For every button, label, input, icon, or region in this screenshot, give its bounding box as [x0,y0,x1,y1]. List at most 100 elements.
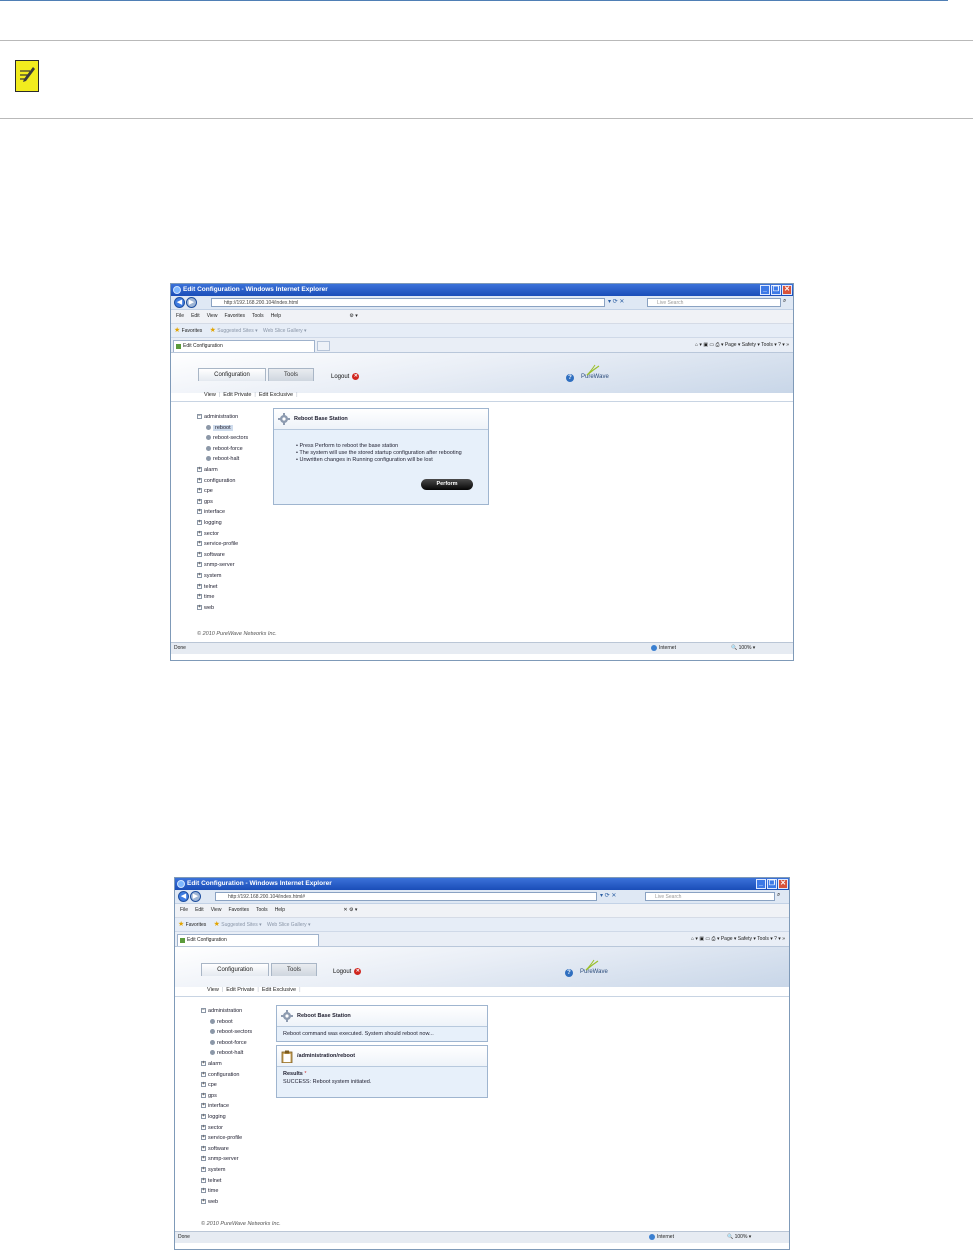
nav-view[interactable]: View [207,987,219,993]
tree-node-configuration[interactable]: + configuration [197,476,248,487]
addon-icon[interactable]: ✕ ⚙ ▾ [343,907,357,913]
menu-help[interactable]: Help [271,313,281,319]
new-tab-button[interactable] [317,341,330,351]
tree-node-sector[interactable]: + sector [201,1123,252,1134]
tree-node-software[interactable]: + software [197,550,248,561]
expand-icon[interactable]: + [201,1061,206,1067]
menu-edit[interactable]: Edit [191,313,200,319]
tree-node-service-profile[interactable]: + service-profile [201,1133,252,1144]
menu-edit[interactable]: Edit [195,907,204,913]
nav-edit-private[interactable]: Edit Private [223,392,251,398]
menu-file[interactable]: File [176,313,184,319]
tree-node-system[interactable]: + system [201,1165,252,1176]
tree-node-reboot-force[interactable]: reboot-force [201,1038,252,1049]
expand-icon[interactable]: + [201,1092,206,1098]
menu-favorites[interactable]: Favorites [228,907,249,913]
add-favorite-icon[interactable]: ★ [214,921,220,928]
menu-file[interactable]: File [180,907,188,913]
tree-node-logging[interactable]: + logging [201,1112,252,1123]
collapse-icon[interactable]: − [197,414,202,420]
logout-link[interactable]: Logout ✕ [333,968,362,975]
collapse-icon[interactable]: − [201,1008,206,1014]
logout-link[interactable]: Logout ✕ [331,373,360,380]
help-icon[interactable]: ? [566,374,574,382]
tree-node-telnet[interactable]: + telnet [201,1176,252,1187]
tree-node-reboot-halt[interactable]: reboot-halt [201,1048,252,1059]
expand-icon[interactable]: + [197,467,202,473]
expand-icon[interactable]: + [201,1103,206,1109]
tree-node-interface[interactable]: + interface [197,507,248,518]
tree-node-administration[interactable]: − administration [201,1006,252,1017]
search-input[interactable]: Live Search [647,298,781,307]
tree-node-reboot-halt[interactable]: reboot-halt [197,454,248,465]
tree-node-reboot-sectors[interactable]: reboot-sectors [201,1027,252,1038]
expand-icon[interactable]: + [197,541,202,547]
add-favorite-icon[interactable]: ★ [210,327,216,334]
command-bar[interactable]: ⌂ ▾ ▣ ▭ ⎙ ▾ Page ▾ Safety ▾ Tools ▾ ? ▾ … [691,932,785,946]
restore-button[interactable]: ❐ [767,879,777,889]
expand-icon[interactable]: + [201,1188,206,1194]
expand-icon[interactable]: + [201,1166,206,1172]
nav-edit-private[interactable]: Edit Private [226,987,254,993]
tab-configuration[interactable]: Configuration [201,963,269,976]
favorites-star-icon[interactable]: ★ [178,921,184,928]
expand-icon[interactable]: + [201,1135,206,1141]
expand-icon[interactable]: + [197,562,202,568]
expand-icon[interactable]: + [197,604,202,610]
perform-button[interactable]: Perform [421,479,473,490]
expand-icon[interactable]: + [197,572,202,578]
expand-icon[interactable]: + [197,488,202,494]
restore-button[interactable]: ❐ [771,285,781,295]
expand-icon[interactable]: + [201,1071,206,1077]
web-slice-gallery-link[interactable]: Web Slice Gallery ▾ [267,922,311,928]
address-bar[interactable]: http://192.168.200.104/index.html [211,298,605,307]
menu-view[interactable]: View [211,907,222,913]
tree-node-gps[interactable]: + gps [197,497,248,508]
forward-button[interactable]: ▶ [190,891,201,902]
expand-icon[interactable]: + [197,477,202,483]
favorites-button[interactable]: Favorites [186,922,207,928]
tree-node-alarm[interactable]: + alarm [201,1059,252,1070]
refresh-stop-icons[interactable]: ▾ ⟳ ✕ [600,892,616,899]
menu-help[interactable]: Help [275,907,285,913]
suggested-sites-link[interactable]: Suggested Sites ▾ [217,328,257,334]
zoom-control[interactable]: 🔍 100% ▾ [731,643,755,654]
menu-tools[interactable]: Tools [252,313,264,319]
expand-icon[interactable]: + [197,530,202,536]
tab-tools[interactable]: Tools [268,368,314,381]
back-button[interactable]: ◀ [178,891,189,902]
address-bar[interactable]: http://192.168.200.104/index.html# [215,892,597,901]
tab-configuration[interactable]: Configuration [198,368,266,381]
close-window-button[interactable]: ✕ [778,879,788,889]
tree-node-web[interactable]: + web [197,603,248,614]
expand-icon[interactable]: + [197,519,202,525]
suggested-sites-link[interactable]: Suggested Sites ▾ [221,922,261,928]
minimize-button[interactable]: _ [760,285,770,295]
tree-node-administration[interactable]: − administration [197,412,248,423]
expand-icon[interactable]: + [201,1156,206,1162]
search-icon[interactable]: ⌕ [777,892,780,899]
nav-edit-exclusive[interactable]: Edit Exclusive [259,392,293,398]
tree-node-reboot[interactable]: reboot [197,423,248,434]
menu-favorites[interactable]: Favorites [224,313,245,319]
tree-node-snmp-server[interactable]: + snmp-server [201,1154,252,1165]
tree-node-interface[interactable]: + interface [201,1101,252,1112]
expand-icon[interactable]: + [201,1198,206,1204]
close-window-button[interactable]: ✕ [782,285,792,295]
forward-button[interactable]: ▶ [186,297,197,308]
search-icon[interactable]: ⌕ [783,298,786,305]
favorites-button[interactable]: Favorites [182,328,203,334]
expand-icon[interactable]: + [201,1113,206,1119]
tree-node-alarm[interactable]: + alarm [197,465,248,476]
tree-node-software[interactable]: + software [201,1144,252,1155]
expand-icon[interactable]: + [197,498,202,504]
tree-node-time[interactable]: + time [197,592,248,603]
tree-node-snmp-server[interactable]: + snmp-server [197,560,248,571]
command-bar[interactable]: ⌂ ▾ ▣ ▭ ⎙ ▾ Page ▾ Safety ▾ Tools ▾ ? ▾ … [695,338,789,352]
expand-icon[interactable]: + [201,1145,206,1151]
help-icon[interactable]: ? [565,969,573,977]
expand-icon[interactable]: + [201,1124,206,1130]
menu-view[interactable]: View [207,313,218,319]
browser-tab[interactable]: Edit Configuration [177,934,319,946]
tree-node-configuration[interactable]: + configuration [201,1070,252,1081]
